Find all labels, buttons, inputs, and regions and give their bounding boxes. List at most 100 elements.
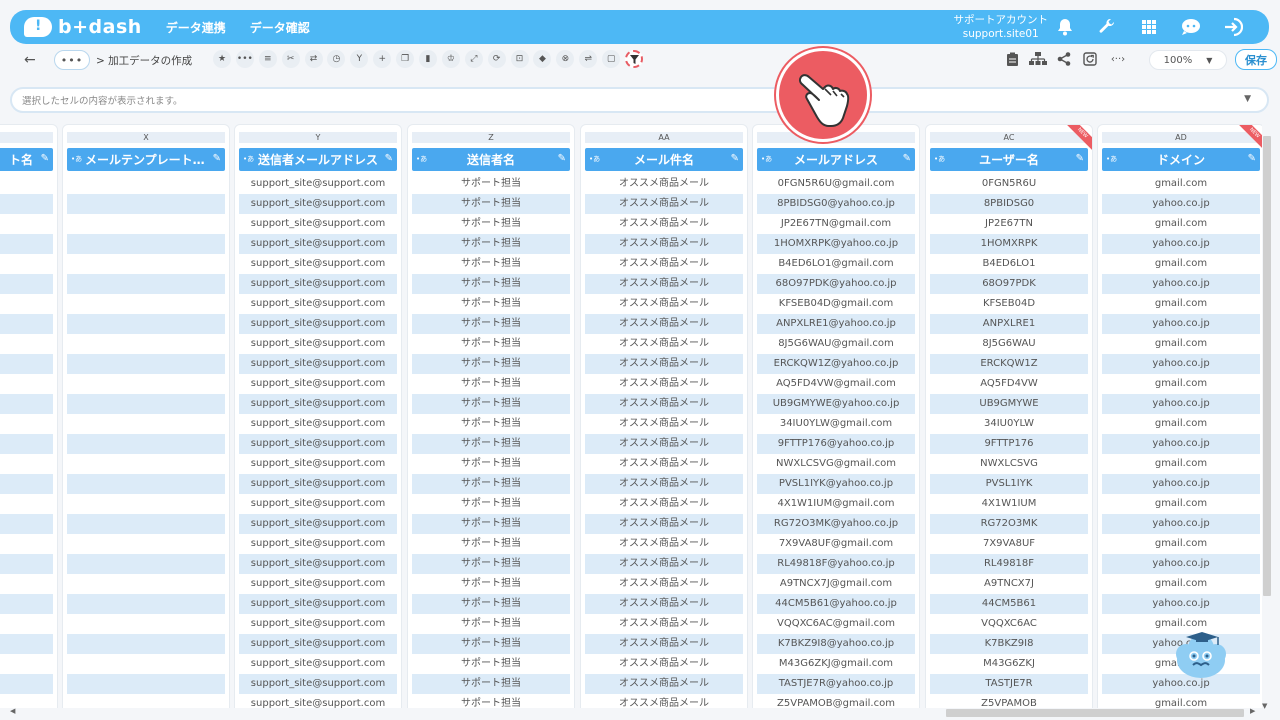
column-header-domain[interactable]: •あ ドメイン ✎	[1102, 148, 1260, 171]
table-cell[interactable]: gmail.com	[1102, 414, 1260, 434]
table-cell[interactable]: A9TNCX7J@gmail.com	[757, 574, 915, 594]
table-cell[interactable]: オススメ商品メール	[585, 434, 743, 454]
scroll-left-arrow-icon[interactable]: ◀	[10, 707, 15, 715]
table-cell[interactable]	[67, 354, 225, 374]
table-cell[interactable]	[67, 594, 225, 614]
clipboard-icon[interactable]	[1003, 50, 1021, 68]
table-cell[interactable]: オススメ商品メール	[585, 414, 743, 434]
table-cell[interactable]: 34IU0YLW@gmail.com	[757, 414, 915, 434]
table-cell[interactable]: support_site@support.com	[239, 534, 397, 554]
column-letter[interactable]: AA	[585, 132, 743, 143]
table-cell[interactable]	[0, 294, 53, 314]
table-cell[interactable]	[0, 614, 53, 634]
table-cell[interactable]: support_site@support.com	[239, 494, 397, 514]
table-cell[interactable]: 9FTTP176@yahoo.co.jp	[757, 434, 915, 454]
table-cell[interactable]: Z5VPAMOB@gmail.com	[757, 694, 915, 708]
table-cell[interactable]: オススメ商品メール	[585, 634, 743, 654]
column-header-partial[interactable]: ト名 ✎	[0, 148, 53, 171]
table-cell[interactable]: ANPXLRE1	[930, 314, 1088, 334]
table-cell[interactable]: オススメ商品メール	[585, 254, 743, 274]
pencil-icon[interactable]: ✎	[1076, 153, 1084, 164]
grid-icon[interactable]	[1137, 15, 1161, 39]
table-cell[interactable]	[0, 374, 53, 394]
plus-icon[interactable]: +	[373, 50, 392, 68]
table-cell[interactable]	[0, 694, 53, 708]
table-cell[interactable]: サポート担当	[412, 554, 570, 574]
branch-icon[interactable]: Y	[350, 50, 369, 68]
table-cell[interactable]: オススメ商品メール	[585, 614, 743, 634]
more-icon[interactable]: •••	[235, 50, 254, 68]
table-cell[interactable]: PVSL1IYK	[930, 474, 1088, 494]
table-cell[interactable]: yahoo.co.jp	[1102, 474, 1260, 494]
table-cell[interactable]: support_site@support.com	[239, 594, 397, 614]
table-cell[interactable]: support_site@support.com	[239, 274, 397, 294]
table-cell[interactable]	[0, 674, 53, 694]
refresh-icon[interactable]	[1081, 50, 1099, 68]
table-cell[interactable]: 1HOMXRPK	[930, 234, 1088, 254]
table-cell[interactable]: yahoo.co.jp	[1102, 394, 1260, 414]
table-cell[interactable]	[0, 554, 53, 574]
table-cell[interactable]: gmail.com	[1102, 254, 1260, 274]
column-letter[interactable]: Y	[239, 132, 397, 143]
table-cell[interactable]: yahoo.co.jp	[1102, 234, 1260, 254]
table-cell[interactable]: オススメ商品メール	[585, 694, 743, 708]
table-cell[interactable]: サポート担当	[412, 474, 570, 494]
table-cell[interactable]: support_site@support.com	[239, 414, 397, 434]
table-cell[interactable]: サポート担当	[412, 614, 570, 634]
table-cell[interactable]: support_site@support.com	[239, 554, 397, 574]
table-cell[interactable]: UB9GMYWE@yahoo.co.jp	[757, 394, 915, 414]
table-cell[interactable]: B4ED6LO1@gmail.com	[757, 254, 915, 274]
table-cell[interactable]	[67, 534, 225, 554]
table-cell[interactable]	[67, 494, 225, 514]
table-cell[interactable]: gmail.com	[1102, 494, 1260, 514]
table-cell[interactable]: サポート担当	[412, 214, 570, 234]
table-cell[interactable]: 7X9VA8UF@gmail.com	[757, 534, 915, 554]
table-cell[interactable]: 8J5G6WAU@gmail.com	[757, 334, 915, 354]
table-cell[interactable]	[0, 254, 53, 274]
more-button[interactable]: •••	[54, 50, 90, 70]
table-cell[interactable]: オススメ商品メール	[585, 174, 743, 194]
trash-icon[interactable]: ▮	[419, 50, 438, 68]
table-cell[interactable]: オススメ商品メール	[585, 354, 743, 374]
wrench-icon[interactable]	[1095, 15, 1119, 39]
pencil-icon[interactable]: ✎	[731, 153, 739, 164]
table-cell[interactable]	[0, 514, 53, 534]
table-cell[interactable]: オススメ商品メール	[585, 234, 743, 254]
table-cell[interactable]: 8J5G6WAU	[930, 334, 1088, 354]
table-cell[interactable]: オススメ商品メール	[585, 334, 743, 354]
table-cell[interactable]: サポート担当	[412, 494, 570, 514]
table-cell[interactable]: オススメ商品メール	[585, 394, 743, 414]
table-cell[interactable]: サポート担当	[412, 254, 570, 274]
table-cell[interactable]: A9TNCX7J	[930, 574, 1088, 594]
account-info[interactable]: サポートアカウント support.site01	[954, 13, 1049, 41]
table-cell[interactable]	[67, 434, 225, 454]
table-cell[interactable]: オススメ商品メール	[585, 474, 743, 494]
zoom-select[interactable]: 100% ▼	[1149, 50, 1227, 70]
table-cell[interactable]: gmail.com	[1102, 534, 1260, 554]
vertical-scrollbar[interactable]: ▼	[1262, 124, 1272, 710]
table-cell[interactable]	[67, 474, 225, 494]
table-cell[interactable]	[0, 394, 53, 414]
table-cell[interactable]: サポート担当	[412, 354, 570, 374]
column-header-email[interactable]: •あ メールアドレス ✎	[757, 148, 915, 171]
table-cell[interactable]	[0, 194, 53, 214]
table-cell[interactable]: gmail.com	[1102, 574, 1260, 594]
table-cell[interactable]: サポート担当	[412, 594, 570, 614]
table-cell[interactable]: サポート担当	[412, 574, 570, 594]
table-cell[interactable]: 4X1W1IUM@gmail.com	[757, 494, 915, 514]
chat-icon[interactable]	[1179, 15, 1203, 39]
table-cell[interactable]: オススメ商品メール	[585, 274, 743, 294]
table-cell[interactable]	[67, 254, 225, 274]
table-cell[interactable]: support_site@support.com	[239, 654, 397, 674]
table-cell[interactable]	[67, 194, 225, 214]
table-cell[interactable]: support_site@support.com	[239, 394, 397, 414]
table-cell[interactable]: gmail.com	[1102, 214, 1260, 234]
table-cell[interactable]	[67, 414, 225, 434]
mascot-cloud-character[interactable]	[1172, 628, 1230, 680]
table-cell[interactable]	[0, 214, 53, 234]
table-cell[interactable]: support_site@support.com	[239, 614, 397, 634]
table-cell[interactable]	[67, 694, 225, 708]
table-cell[interactable]	[0, 334, 53, 354]
table-cell[interactable]: ANPXLRE1@yahoo.co.jp	[757, 314, 915, 334]
table-cell[interactable]: support_site@support.com	[239, 634, 397, 654]
